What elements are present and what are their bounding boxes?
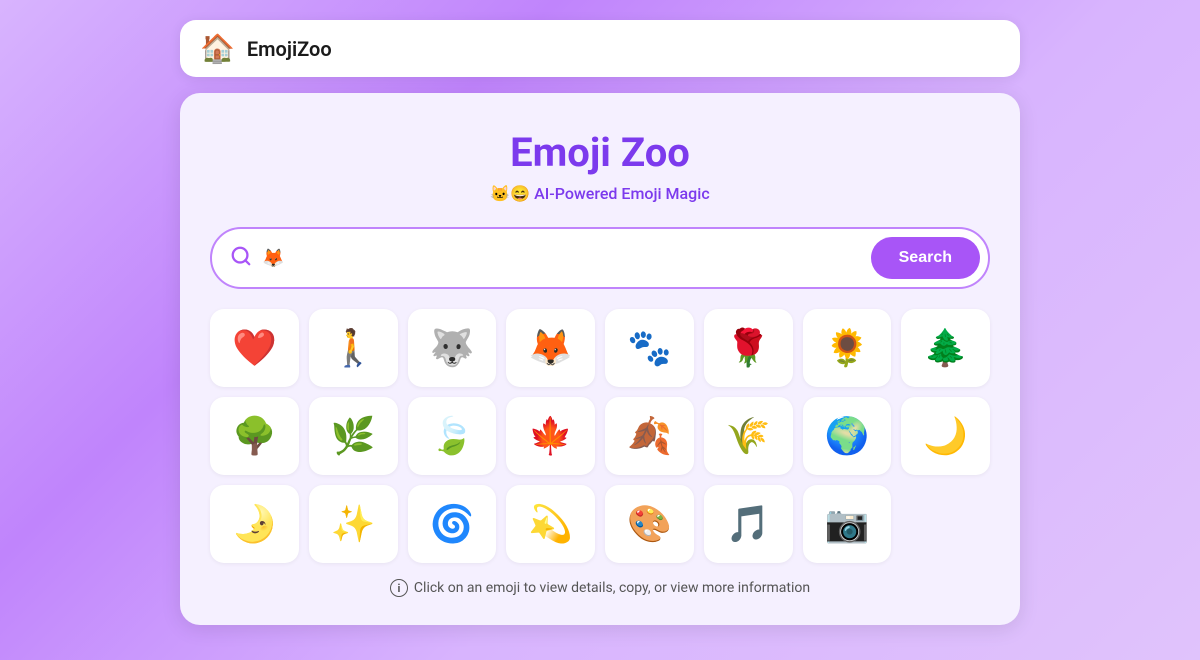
emoji-cell-galaxy[interactable]: 🌀 <box>408 485 497 563</box>
nav-bar: 🏠 EmojiZoo <box>180 20 1020 77</box>
emoji-cell-music[interactable]: 🎵 <box>704 485 793 563</box>
emoji-cell-maple[interactable]: 🍁 <box>506 397 595 475</box>
emoji-cell-walking[interactable]: 🚶 <box>309 309 398 387</box>
emoji-cell-moon[interactable]: 🌙 <box>901 397 990 475</box>
emoji-cell-palette[interactable]: 🎨 <box>605 485 694 563</box>
emoji-cell-sparkle[interactable]: ✨ <box>309 485 398 563</box>
main-title: Emoji Zoo <box>210 129 990 176</box>
subtitle-emojis: 🐱😄 <box>490 184 530 203</box>
search-button[interactable]: Search <box>871 237 980 279</box>
emoji-cell-rose[interactable]: 🌹 <box>704 309 793 387</box>
emoji-cell-paws[interactable]: 🐾 <box>605 309 694 387</box>
footer-text: Click on an emoji to view details, copy,… <box>414 580 810 596</box>
emoji-cell-fox[interactable]: 🦊 <box>506 309 595 387</box>
emoji-cell-tree[interactable]: 🌳 <box>210 397 299 475</box>
emoji-cell-evergreen[interactable]: 🌲 <box>901 309 990 387</box>
emoji-cell-dizzy[interactable]: 💫 <box>506 485 595 563</box>
emoji-cell-camera[interactable]: 📷 <box>803 485 892 563</box>
nav-title: EmojiZoo <box>247 37 332 61</box>
subtitle-text: AI-Powered Emoji Magic <box>534 184 710 203</box>
search-bar: Search <box>210 227 990 289</box>
main-card: Emoji Zoo 🐱😄 AI-Powered Emoji Magic Sear… <box>180 93 1020 625</box>
emoji-cell-heart[interactable]: ❤️ <box>210 309 299 387</box>
emoji-cell-fallen-leaf[interactable]: 🍂 <box>605 397 694 475</box>
emoji-cell-earth[interactable]: 🌍 <box>803 397 892 475</box>
emoji-cell-seedling[interactable]: 🌿 <box>309 397 398 475</box>
emoji-cell-herb[interactable]: 🌾 <box>704 397 793 475</box>
info-icon: i <box>390 579 408 597</box>
emoji-cell-crescent-moon[interactable]: 🌛 <box>210 485 299 563</box>
emoji-cell-wolf[interactable]: 🐺 <box>408 309 497 387</box>
emoji-cell-leaves[interactable]: 🍃 <box>408 397 497 475</box>
nav-logo-icon: 🏠 <box>200 32 235 65</box>
emoji-cell-sunflower[interactable]: 🌻 <box>803 309 892 387</box>
search-icon <box>230 245 252 272</box>
search-input[interactable] <box>262 248 861 269</box>
emoji-grid: ❤️ 🚶 🐺 🦊 🐾 🌹 🌻 🌲 🌳 🌿 🍃 🍁 🍂 🌾 🌍 🌙 🌛 ✨ 🌀 💫… <box>210 309 990 563</box>
footer-info: i Click on an emoji to view details, cop… <box>210 579 990 597</box>
subtitle: 🐱😄 AI-Powered Emoji Magic <box>210 184 990 203</box>
